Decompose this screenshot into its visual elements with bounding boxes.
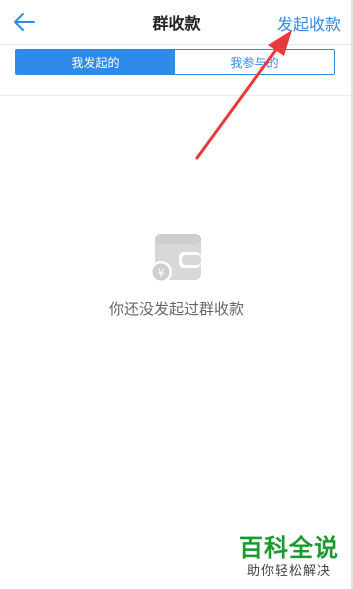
annotation-arrow-icon: [195, 30, 292, 160]
nav-header: 群收款 发起收款: [0, 0, 353, 44]
empty-message: 你还没发起过群收款: [108, 300, 244, 318]
tab-participated[interactable]: 我参与的: [175, 50, 334, 74]
start-collection-button[interactable]: 发起收款: [277, 11, 341, 35]
back-button[interactable]: [10, 8, 38, 36]
wallet-yen-icon: ¥: [150, 234, 201, 283]
section-divider: [0, 95, 353, 96]
svg-text:¥: ¥: [158, 267, 165, 280]
header-divider: [0, 44, 353, 45]
group-collection-screen: 群收款 发起收款 我发起的 我参与的 ¥ 你还没发起过群收款 百科全说 助你轻松…: [0, 0, 353, 589]
watermark-title: 百科全说: [239, 534, 339, 562]
tab-initiated[interactable]: 我发起的: [16, 50, 175, 74]
watermark-subtitle: 助你轻松解决: [246, 564, 331, 579]
segmented-tabs: 我发起的 我参与的: [15, 49, 335, 75]
arrow-left-icon: [14, 13, 35, 31]
